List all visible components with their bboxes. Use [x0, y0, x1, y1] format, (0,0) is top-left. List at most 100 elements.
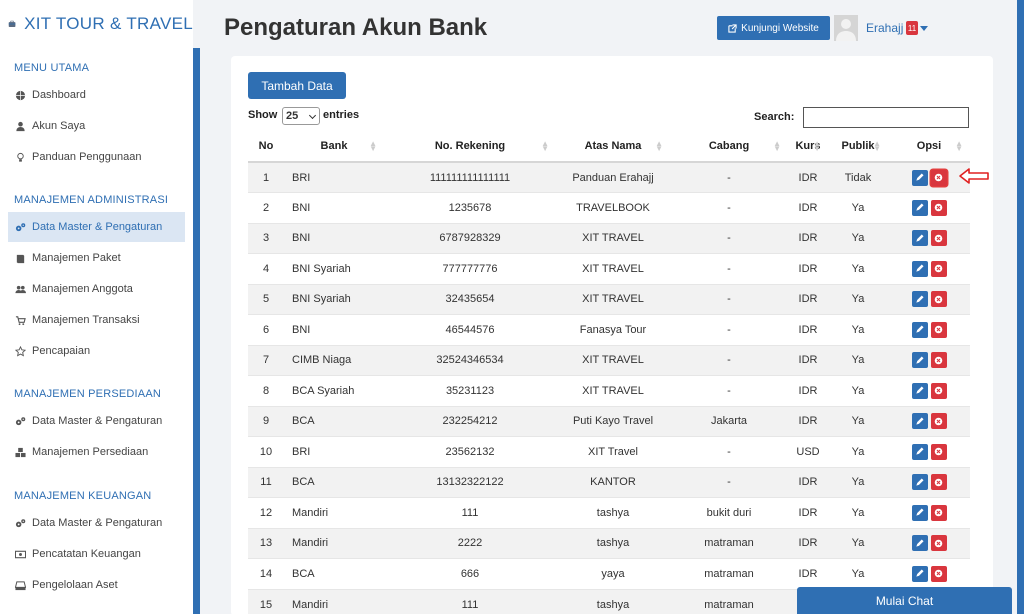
cell-opsi	[888, 405, 970, 437]
edit-button[interactable]	[911, 565, 928, 582]
delete-button[interactable]	[930, 169, 947, 186]
close-circle-icon	[934, 234, 943, 243]
delete-button[interactable]	[930, 230, 947, 247]
cell-opsi	[888, 253, 970, 284]
pencil-icon	[916, 173, 924, 181]
delete-button[interactable]	[930, 504, 947, 521]
edit-button[interactable]	[911, 291, 928, 308]
cell-kurs: IDR	[788, 344, 828, 376]
cell-opsi	[888, 497, 970, 528]
table-row: 3 BNI 6787928329 XIT TRAVEL - IDR Ya	[248, 222, 970, 254]
cogs-icon	[15, 222, 26, 231]
sort-icon: ▲ ▼	[955, 139, 963, 153]
cell-atas-nama: XIT TRAVEL	[556, 222, 670, 254]
cell-publik: Ya	[828, 344, 888, 376]
cell-no-rekening: 777777776	[384, 253, 556, 284]
edit-button[interactable]	[911, 260, 928, 277]
cell-no-rekening: 32435654	[384, 283, 556, 315]
pencil-icon	[916, 508, 924, 516]
avatar[interactable]	[834, 15, 858, 41]
close-circle-icon	[934, 173, 943, 182]
section-menu-utama: MENU UTAMA	[14, 62, 90, 74]
add-data-button[interactable]: Tambah Data	[248, 72, 346, 99]
delete-button[interactable]	[930, 260, 947, 277]
col-header-bank[interactable]: Bank ▲ ▼	[284, 131, 384, 163]
pencil-icon	[916, 417, 924, 425]
close-circle-icon	[934, 569, 943, 578]
cell-opsi	[888, 283, 970, 315]
brand[interactable]: XIT TOUR & TRAVEL	[0, 0, 193, 48]
col-header-kurs[interactable]: Kurs ▲ ▼	[788, 131, 828, 163]
cell-atas-nama: KANTOR	[556, 466, 670, 498]
sidebar-item-pengelolaan-aset[interactable]: Pengelolaan Aset	[8, 570, 185, 600]
visit-website-button[interactable]: Kunjungi Website	[717, 16, 830, 40]
search-input[interactable]	[803, 107, 969, 128]
col-header-atas-nama[interactable]: Atas Nama ▲ ▼	[556, 131, 670, 163]
delete-button[interactable]	[930, 535, 947, 552]
edit-button[interactable]	[911, 199, 928, 216]
edit-button[interactable]	[911, 504, 928, 521]
sidebar-item-panduan[interactable]: Panduan Penggunaan	[8, 142, 185, 172]
delete-button[interactable]	[930, 291, 947, 308]
pencil-icon	[916, 234, 924, 242]
table-row: 11 BCA 13132322122 KANTOR - IDR Ya	[248, 466, 970, 498]
edit-button[interactable]	[911, 230, 928, 247]
sidebar-item-akun-saya[interactable]: Akun Saya	[8, 111, 185, 141]
sidebar-item-data-master-keuangan[interactable]: Data Master & Pengaturan	[8, 508, 185, 538]
sidebar-item-label: Akun Saya	[32, 120, 86, 132]
col-header-no[interactable]: No	[248, 131, 284, 163]
edit-button[interactable]	[911, 474, 928, 491]
edit-button[interactable]	[911, 413, 928, 430]
cell-kurs: USD	[788, 436, 828, 467]
delete-button[interactable]	[930, 382, 947, 399]
delete-button[interactable]	[930, 474, 947, 491]
delete-button[interactable]	[930, 321, 947, 338]
edit-button[interactable]	[911, 352, 928, 369]
cell-no-rekening: 35231123	[384, 375, 556, 406]
cell-publik: Ya	[828, 222, 888, 254]
user-avatar-icon	[836, 19, 856, 41]
delete-button[interactable]	[930, 413, 947, 430]
sidebar-item-manajemen-paket[interactable]: Manajemen Paket	[8, 243, 185, 273]
delete-button[interactable]	[930, 565, 947, 582]
delete-button[interactable]	[930, 352, 947, 369]
col-header-publik[interactable]: Publik ▲ ▼	[828, 131, 888, 163]
cell-bank: BRI	[284, 436, 384, 467]
sidebar-item-manajemen-transaksi[interactable]: Manajemen Transaksi	[8, 305, 185, 335]
start-chat-button[interactable]: Mulai Chat	[797, 587, 1012, 614]
delete-button[interactable]	[930, 199, 947, 216]
sort-icon: ▲ ▼	[655, 139, 663, 153]
sidebar-item-pencapaian[interactable]: Pencapaian	[8, 336, 185, 366]
cell-bank: Mandiri	[284, 497, 384, 528]
col-header-no-rekening[interactable]: No. Rekening ▲ ▼	[384, 131, 556, 163]
cell-no: 3	[248, 222, 284, 254]
cell-cabang: -	[670, 314, 788, 345]
edit-button[interactable]	[911, 169, 928, 186]
cell-atas-nama: XIT TRAVEL	[556, 375, 670, 406]
cell-publik: Ya	[828, 283, 888, 315]
edit-button[interactable]	[911, 535, 928, 552]
col-header-opsi[interactable]: Opsi ▲ ▼	[888, 131, 970, 163]
cell-atas-nama: XIT TRAVEL	[556, 283, 670, 315]
sidebar-item-data-master-admin[interactable]: Data Master & Pengaturan	[8, 212, 185, 242]
col-header-cabang[interactable]: Cabang ▲ ▼	[670, 131, 788, 163]
edit-button[interactable]	[911, 443, 928, 460]
sort-icon: ▲ ▼	[369, 139, 377, 153]
edit-button[interactable]	[911, 321, 928, 338]
lightbulb-icon	[17, 152, 24, 162]
sidebar-item-data-master-persediaan[interactable]: Data Master & Pengaturan	[8, 406, 185, 436]
sidebar-item-pencatatan-keuangan[interactable]: Pencatatan Keuangan	[8, 539, 185, 569]
sidebar-item-dashboard[interactable]: Dashboard	[8, 80, 185, 110]
sidebar-item-manajemen-anggota[interactable]: Manajemen Anggota	[8, 274, 185, 304]
edit-button[interactable]	[911, 382, 928, 399]
entries-select[interactable]: 25	[282, 107, 320, 125]
close-circle-icon	[934, 386, 943, 395]
delete-button[interactable]	[930, 443, 947, 460]
cell-no: 7	[248, 344, 284, 376]
cell-opsi	[888, 222, 970, 254]
user-menu[interactable]: Erahajj	[866, 21, 903, 35]
caret-down-icon[interactable]	[920, 26, 928, 31]
sidebar-item-manajemen-persediaan[interactable]: Manajemen Persediaan	[8, 437, 185, 467]
book-icon	[16, 254, 25, 263]
cell-publik: Ya	[828, 314, 888, 345]
